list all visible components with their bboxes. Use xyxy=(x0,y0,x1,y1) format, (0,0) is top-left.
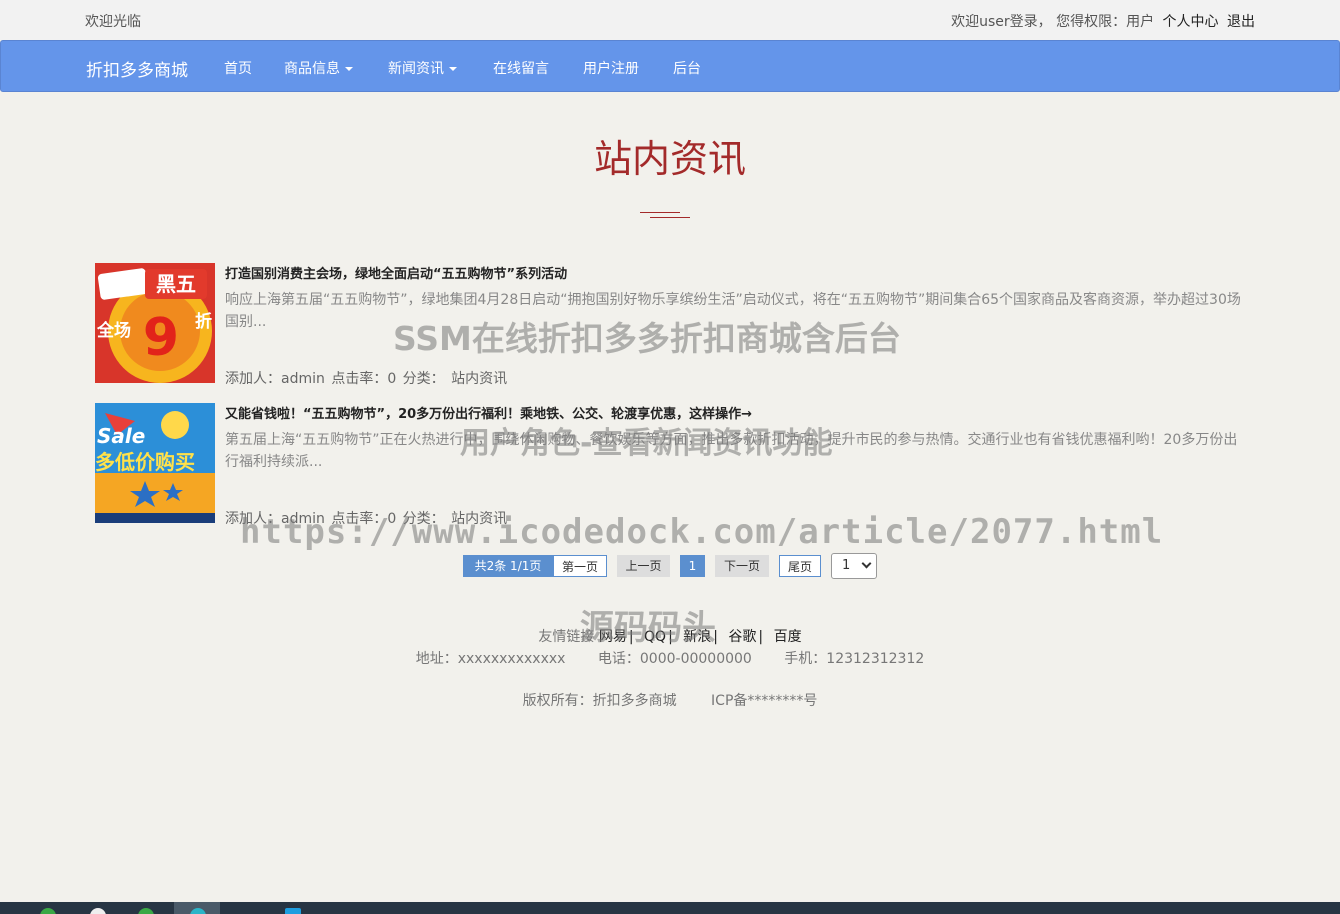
nav-item-news[interactable]: 新闻资讯 xyxy=(388,58,457,78)
friend-link[interactable]: 新浪 xyxy=(683,629,711,645)
footer-phone: 电话：0000-00000000 xyxy=(597,651,752,667)
app-icon[interactable] xyxy=(285,908,301,914)
footer-copyright: 版权所有：折扣多多商城 ICP备********号 xyxy=(0,690,1340,710)
nav-item-products-label: 商品信息 xyxy=(284,61,340,77)
news-thumbnail[interactable]: Sale 多低价购买 xyxy=(95,403,215,523)
news-summary: 第五届上海“五五购物节”正在火热进行中，围绕休闲购物、餐饮娱乐等方面，推出多款折… xyxy=(225,432,1238,470)
nav-item-products[interactable]: 商品信息 xyxy=(284,58,353,78)
thumb-text: 多低价购买 xyxy=(95,450,195,474)
chevron-down-icon xyxy=(861,558,872,569)
news-title[interactable]: 又能省钱啦！“五五购物节”，20多万份出行福利！乘地铁、公交、轮渡享优惠，这样操… xyxy=(225,403,752,422)
news-summary: 响应上海第五届“五五购物节”，绿地集团4月28日启动“拥抱国别好物乐享缤纷生活”… xyxy=(225,292,1241,330)
brand-logo-text[interactable]: 折扣多多商城 xyxy=(86,56,188,81)
login-status-text: 欢迎user登录， 您得权限：用户 xyxy=(951,14,1155,30)
footer-mobile: 手机：12312312312 xyxy=(784,651,925,667)
nav-item-news-label: 新闻资讯 xyxy=(388,61,444,77)
copyright-text: 版权所有：折扣多多商城 xyxy=(522,693,677,709)
first-page-button[interactable]: 第一页 xyxy=(553,555,607,577)
nav-item-messages[interactable]: 在线留言 xyxy=(493,58,549,78)
news-thumbnail[interactable]: 黑五 全场 9 折 xyxy=(95,263,215,383)
thumb-text: 折 xyxy=(195,311,212,332)
title-divider xyxy=(640,212,680,213)
thumb-text: 9 xyxy=(143,308,179,368)
current-page-button[interactable]: 1 xyxy=(680,555,705,577)
page-select[interactable]: 1 xyxy=(831,553,877,579)
page-select-value: 1 xyxy=(842,558,851,573)
friend-link[interactable]: 谷歌 xyxy=(728,629,756,645)
main-navbar: 折扣多多商城 首页 商品信息 新闻资讯 在线留言 用户注册 后台 xyxy=(0,40,1340,92)
icp-text: ICP备********号 xyxy=(711,693,818,709)
top-bar: 欢迎光临 欢迎user登录， 您得权限：用户 个人中心 退出 xyxy=(0,0,1340,40)
caret-down-icon xyxy=(345,67,353,71)
thumb-text: 黑五 xyxy=(156,272,196,296)
page-title: 站内资讯 xyxy=(593,137,746,181)
friend-links: 友情链接 网易 | QQ | 新浪 | 谷歌 | 百度 xyxy=(538,629,802,645)
thumb-text: 全场 xyxy=(96,320,131,341)
user-info: 欢迎user登录， 您得权限：用户 个人中心 退出 xyxy=(951,11,1255,31)
news-item[interactable]: 黑五 全场 9 折 打造国别消费主会场，绿地全面启动“五五购物节”系列活动 响应… xyxy=(95,263,1255,387)
nav-item-home[interactable]: 首页 xyxy=(224,58,252,78)
news-meta: 添加人：admin 点击率：0 分类： 站内资讯 xyxy=(225,511,508,527)
nav-item-register[interactable]: 用户注册 xyxy=(583,58,639,78)
footer-address: 地址：xxxxxxxxxxxxx xyxy=(415,651,566,667)
footer-contact: 地址：xxxxxxxxxxxxx 电话：0000-00000000 手机：123… xyxy=(0,648,1340,668)
next-page-button[interactable]: 下一页 xyxy=(715,555,769,577)
news-title[interactable]: 打造国别消费主会场，绿地全面启动“五五购物节”系列活动 xyxy=(225,263,567,282)
news-item[interactable]: Sale 多低价购买 又能省钱啦！“五五购物节”，20多万份出行福利！乘地铁、公… xyxy=(95,403,1255,527)
logout-link[interactable]: 退出 xyxy=(1227,14,1255,30)
news-meta: 添加人：admin 点击率：0 分类： 站内资讯 xyxy=(225,371,508,387)
friend-link[interactable]: 网易 xyxy=(599,629,627,645)
caret-down-icon xyxy=(449,67,457,71)
pager-info: 共2条 1/1页 xyxy=(463,555,553,577)
welcome-text: 欢迎光临 xyxy=(85,14,141,30)
friend-link[interactable]: QQ xyxy=(644,629,666,645)
friend-links-label: 友情链接 xyxy=(538,629,595,645)
last-page-button[interactable]: 尾页 xyxy=(779,555,821,577)
profile-link[interactable]: 个人中心 xyxy=(1163,14,1219,30)
title-divider xyxy=(650,217,690,218)
prev-page-button[interactable]: 上一页 xyxy=(617,555,670,577)
friend-link[interactable]: 百度 xyxy=(774,629,802,645)
thumb-text: Sale xyxy=(97,424,145,448)
nav-item-admin[interactable]: 后台 xyxy=(673,58,701,78)
